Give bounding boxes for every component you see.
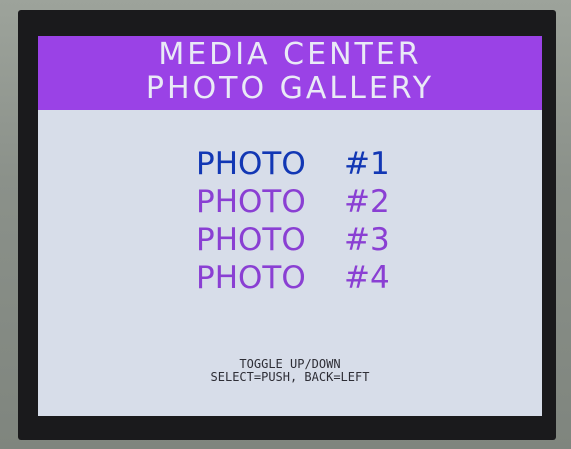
footer-instructions: TOGGLE UP/DOWN SELECT=PUSH, BACK=LEFT: [38, 358, 542, 384]
menu-item-photo-4[interactable]: PHOTO #4: [196, 260, 436, 296]
lcd-screen: MEDIA CENTER PHOTO GALLERY PHOTO #1 PHOTO…: [38, 36, 542, 416]
menu-item-label: PHOTO: [196, 260, 306, 296]
menu-item-photo-2[interactable]: PHOTO #2: [196, 184, 436, 220]
menu-item-photo-1[interactable]: PHOTO #1: [196, 146, 436, 182]
menu-item-number: #3: [344, 222, 390, 258]
menu-item-label: PHOTO: [196, 222, 306, 258]
menu-item-label: PHOTO: [196, 184, 306, 220]
header-title-line2: PHOTO GALLERY: [145, 71, 435, 106]
menu-item-label: PHOTO: [196, 146, 306, 182]
menu-item-number: #2: [344, 184, 390, 220]
menu-item-photo-3[interactable]: PHOTO #3: [196, 222, 436, 258]
menu-item-number: #4: [344, 260, 390, 296]
header-bar: MEDIA CENTER PHOTO GALLERY: [38, 36, 542, 110]
menu-item-number: #1: [344, 146, 390, 182]
footer-line2: SELECT=PUSH, BACK=LEFT: [210, 370, 370, 384]
header-title-line1: MEDIA CENTER: [158, 37, 422, 72]
